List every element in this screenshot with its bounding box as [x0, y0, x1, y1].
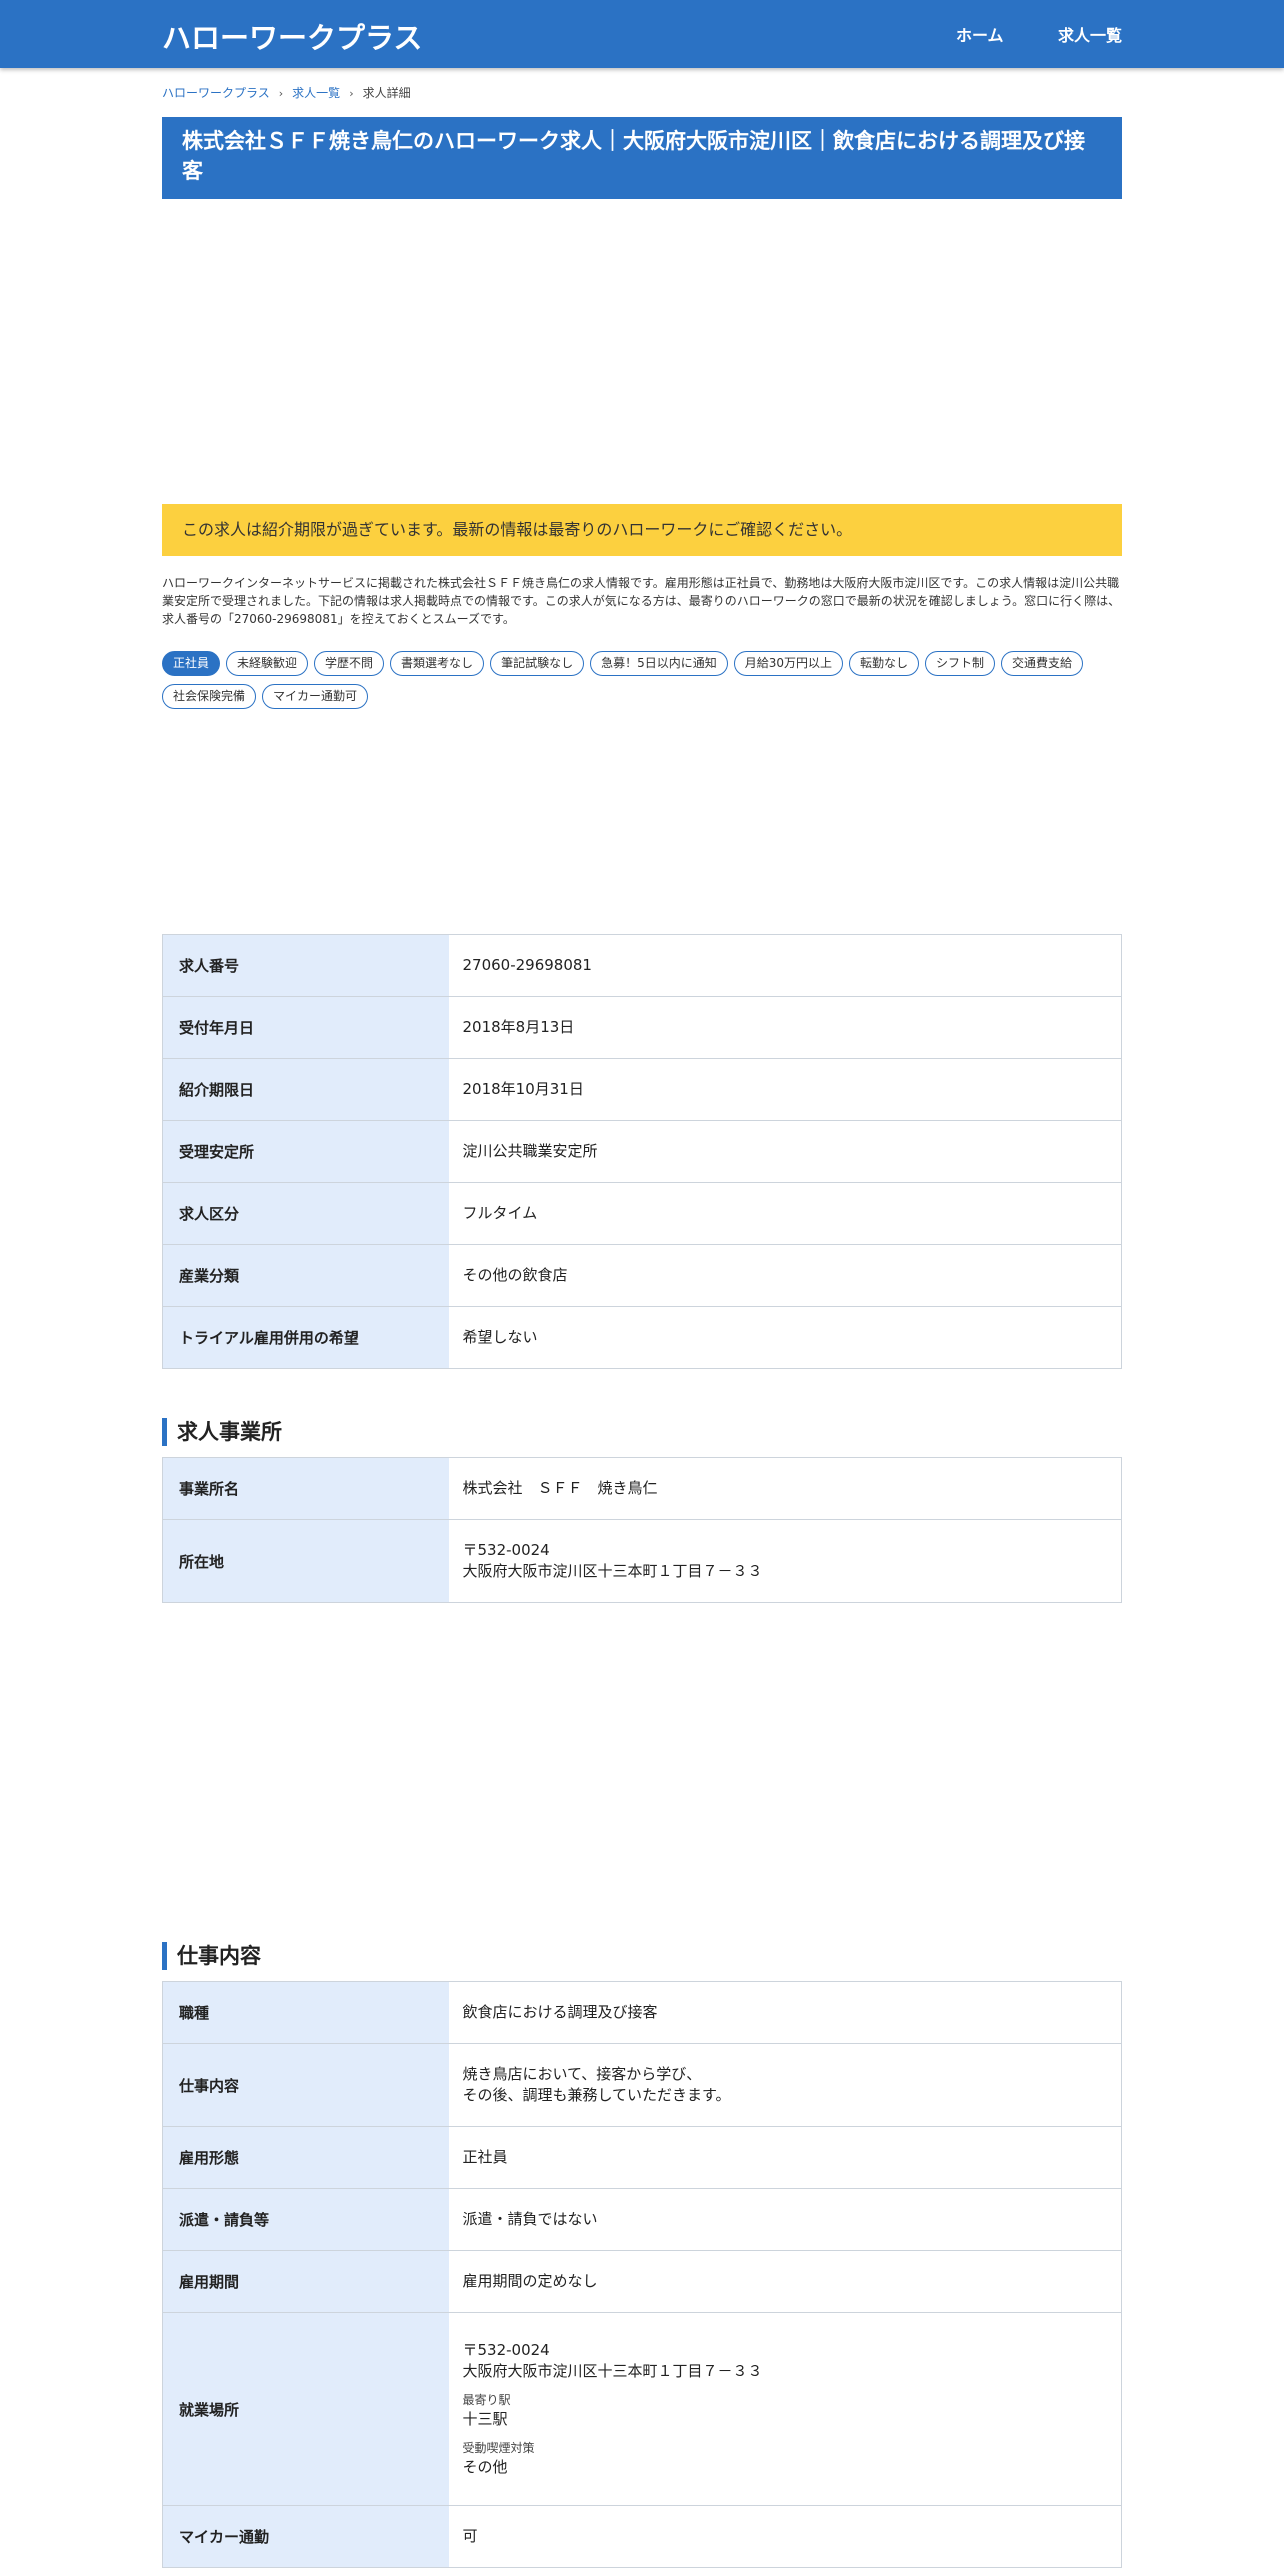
row-label: 雇用期間	[162, 2250, 449, 2313]
tag-social-insurance[interactable]: 社会保険完備	[162, 684, 257, 709]
address-line: 大阪府大阪市淀川区十三本町１丁目７－３３	[462, 2362, 763, 2380]
table-row: トライアル雇用併用の希望 希望しない	[162, 1306, 1122, 1369]
page-title: 株式会社ＳＦＦ焼き鳥仁のハローワーク求人｜大阪府大阪市淀川区｜飲食店における調理…	[162, 117, 1122, 199]
table-row: 求人区分 フルタイム	[162, 1182, 1122, 1245]
tag-monthly-salary[interactable]: 月給30万円以上	[733, 651, 843, 676]
table-row: 仕事内容 焼き鳥店において、接客から学び、その後、調理も兼務していただきます。	[162, 2043, 1122, 2127]
row-label: 求人区分	[162, 1182, 449, 1245]
row-label: 紹介期限日	[162, 1058, 449, 1121]
tag-no-transfer[interactable]: 転勤なし	[849, 651, 920, 676]
intro-text: ハローワークインターネットサービスに掲載された株式会社ＳＦＦ焼き鳥仁の求人情報で…	[162, 576, 1121, 626]
row-value: 2018年10月31日	[448, 1058, 1122, 1121]
row-value: 希望しない	[448, 1306, 1122, 1369]
row-label: 職種	[162, 1981, 449, 2044]
table-row: 職種 飲食店における調理及び接客	[162, 1981, 1122, 2044]
breadcrumb: ハローワークプラス › 求人一覧 › 求人詳細	[162, 84, 411, 101]
row-label: 雇用形態	[162, 2126, 449, 2189]
row-label: 受付年月日	[162, 996, 449, 1059]
row-value: 淀川公共職業安定所	[448, 1120, 1122, 1183]
table-row: 求人番号 27060-29698081	[162, 934, 1122, 997]
address-line: 大阪府大阪市淀川区十三本町１丁目７－３３	[462, 1562, 763, 1580]
job-section-heading: 仕事内容	[162, 1942, 261, 1970]
row-label: 就業場所	[162, 2312, 449, 2506]
tag-no-education-required[interactable]: 学歴不問	[314, 651, 385, 676]
table-row: 産業分類 その他の飲食店	[162, 1244, 1122, 1307]
tag-no-written-exam[interactable]: 筆記試験なし	[490, 651, 585, 676]
postal-code: 〒532-0024	[462, 2341, 550, 2359]
breadcrumb-current: 求人詳細	[362, 86, 411, 100]
content-line: 焼き鳥店において、接客から学び、	[462, 2065, 702, 2083]
tag-no-document-screening[interactable]: 書類選考なし	[390, 651, 485, 676]
station-name: 十三駅	[462, 2410, 508, 2428]
table-row: 受付年月日 2018年8月13日	[162, 996, 1122, 1059]
row-label: 産業分類	[162, 1244, 449, 1307]
nav-home-link[interactable]: ホーム	[956, 22, 1004, 46]
dispatch-status: 派遣・請負ではない	[448, 2188, 1122, 2251]
chevron-right-icon: ›	[278, 87, 284, 100]
job-type: 飲食店における調理及び接客	[448, 1981, 1122, 2044]
nearest-station: 最寄り駅 十三駅	[463, 2392, 1108, 2430]
row-label: 事業所名	[162, 1457, 449, 1520]
smoking-value: その他	[462, 2458, 508, 2476]
tag-shift-system[interactable]: シフト制	[925, 651, 996, 676]
employment-type: 正社員	[448, 2126, 1122, 2189]
row-label: トライアル雇用併用の希望	[162, 1306, 449, 1369]
row-value: 27060-29698081	[448, 934, 1122, 997]
expired-alert: この求人は紹介期限が過ぎています。最新の情報は最寄りのハローワークにご確認くださ…	[162, 504, 1122, 556]
table-row: 雇用期間 雇用期間の定めなし	[162, 2250, 1122, 2313]
smoking-label: 受動喫煙対策	[462, 2441, 535, 2455]
office-address: 〒532-0024 大阪府大阪市淀川区十三本町１丁目７－３３	[448, 1519, 1122, 1603]
table-row: 受理安定所 淀川公共職業安定所	[162, 1120, 1122, 1183]
smoking-policy: 受動喫煙対策 その他	[463, 2440, 1108, 2478]
tag-full-time[interactable]: 正社員	[162, 651, 221, 676]
postal-code: 〒532-0024	[462, 1541, 550, 1559]
basic-info-table: 求人番号 27060-29698081 受付年月日 2018年8月13日 紹介期限日…	[162, 934, 1122, 1369]
office-section-heading: 求人事業所	[162, 1418, 282, 1446]
row-label: 所在地	[162, 1519, 449, 1603]
table-row: 事業所名 株式会社 ＳＦＦ 焼き鳥仁	[162, 1457, 1122, 1520]
table-row: 派遣・請負等 派遣・請負ではない	[162, 2188, 1122, 2251]
tag-urgent[interactable]: 急募！5日以内に通知	[590, 651, 728, 676]
row-value: その他の飲食店	[448, 1244, 1122, 1307]
tag-commute-allowance[interactable]: 交通費支給	[1001, 651, 1084, 676]
tag-inexperienced-welcome[interactable]: 未経験歓迎	[226, 651, 309, 676]
chevron-right-icon: ›	[349, 87, 354, 100]
job-table: 職種 飲食店における調理及び接客 仕事内容 焼き鳥店において、接客から学び、その後、…	[162, 1981, 1122, 2568]
table-row: 就業場所 〒532-0024 大阪府大阪市淀川区十三本町１丁目７－３３ 最寄り駅十三駅…	[162, 2312, 1122, 2506]
car-commute: 可	[448, 2505, 1122, 2568]
station-label: 最寄り駅	[462, 2393, 511, 2407]
table-row: 雇用形態 正社員	[162, 2126, 1122, 2189]
nav-job-list-link[interactable]: 求人一覧	[1058, 22, 1122, 46]
row-label: 求人番号	[162, 934, 449, 997]
row-label: マイカー通勤	[162, 2505, 449, 2568]
row-label: 仕事内容	[162, 2043, 449, 2127]
content-line: その後、調理も兼務していただきます。	[462, 2086, 731, 2104]
table-row: マイカー通勤可	[162, 2505, 1122, 2568]
site-logo[interactable]: ハローワークプラス	[162, 15, 422, 57]
row-label: 派遣・請負等	[162, 2188, 449, 2251]
row-value: フルタイム	[448, 1182, 1122, 1245]
site-header: ハローワークプラス ホーム 求人一覧	[0, 0, 1284, 68]
table-row: 紹介期限日 2018年10月31日	[162, 1058, 1122, 1121]
job-content: 焼き鳥店において、接客から学び、その後、調理も兼務していただきます。	[448, 2043, 1122, 2127]
row-label: 受理安定所	[162, 1120, 449, 1183]
tag-car-commute[interactable]: マイカー通勤可	[262, 684, 369, 709]
office-name: 株式会社 ＳＦＦ 焼き鳥仁	[448, 1457, 1122, 1520]
breadcrumb-list-link[interactable]: 求人一覧	[292, 86, 340, 100]
feature-tags: 正社員 未経験歓迎 学歴不問 書類選考なし 筆記試験なし 急募！5日以内に通知 月給30万円…	[162, 651, 1122, 717]
table-row: 所在地 〒532-0024 大阪府大阪市淀川区十三本町１丁目７－３３	[162, 1519, 1122, 1603]
employment-period: 雇用期間の定めなし	[448, 2250, 1122, 2313]
row-value: 2018年8月13日	[448, 996, 1122, 1059]
office-table: 事業所名 株式会社 ＳＦＦ 焼き鳥仁 所在地 〒532-0024 大阪府大阪市淀川区十…	[162, 1457, 1122, 1603]
breadcrumb-home-link[interactable]: ハローワークプラス	[162, 86, 270, 100]
work-location: 〒532-0024 大阪府大阪市淀川区十三本町１丁目７－３３ 最寄り駅十三駅受動喫煙…	[448, 2312, 1122, 2506]
